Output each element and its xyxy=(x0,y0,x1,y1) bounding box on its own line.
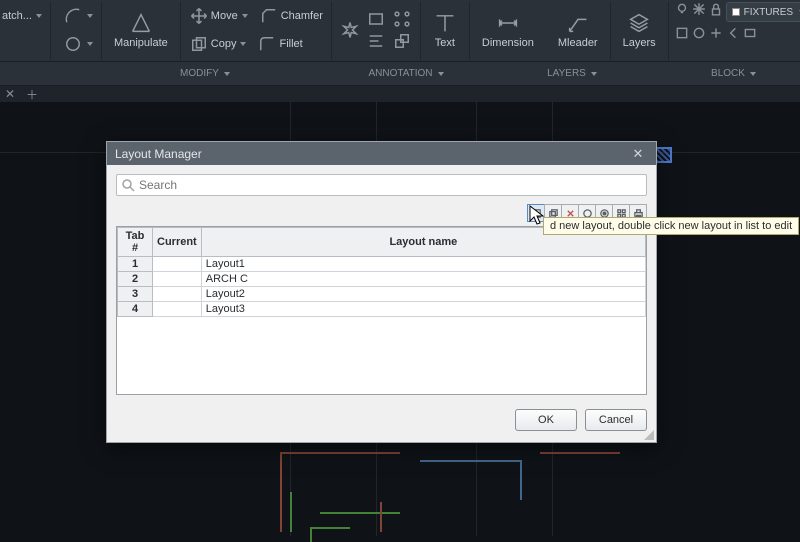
lock-icon[interactable] xyxy=(709,2,723,16)
fillet-button[interactable]: Fillet xyxy=(255,33,304,55)
fillet-label: Fillet xyxy=(279,38,302,50)
layers-button[interactable]: Layers xyxy=(617,2,662,58)
edit-tool-2[interactable] xyxy=(364,30,388,52)
table-row[interactable]: 3 Layout2 xyxy=(118,287,646,302)
tooltip: d new layout, double click new layout in… xyxy=(543,217,799,235)
arc-tool[interactable] xyxy=(61,5,95,27)
chevron-down-icon xyxy=(87,42,93,46)
layer-tool-icon[interactable] xyxy=(743,26,757,40)
dimension-label: Dimension xyxy=(482,37,534,49)
hatch-label: atch... xyxy=(2,10,32,22)
explode-button[interactable] xyxy=(338,19,362,41)
search-field[interactable] xyxy=(116,174,647,196)
bulb-icon[interactable] xyxy=(675,2,689,16)
circle-icon xyxy=(63,34,83,54)
layer-name: FIXTURES xyxy=(744,7,793,18)
panel-labels: MODIFY ANNOTATION LAYERS BLOCK xyxy=(0,62,800,86)
ribbon: atch... Manipulate xyxy=(0,0,800,62)
move-button[interactable]: Move xyxy=(187,5,250,27)
mleader-button[interactable]: Mleader xyxy=(552,2,604,58)
circle-tool[interactable] xyxy=(61,33,95,55)
layouts-table: Tab # Current Layout name 1 Layout1 2 AR xyxy=(116,226,647,395)
table-row[interactable]: 4 Layout3 xyxy=(118,302,646,317)
chamfer-icon xyxy=(259,6,279,26)
layer-prev-icon[interactable] xyxy=(726,26,740,40)
chevron-down-icon xyxy=(224,72,230,76)
layer-picker[interactable]: FIXTURES xyxy=(726,2,800,22)
panel-block[interactable]: BLOCK xyxy=(711,68,756,79)
chevron-down-icon xyxy=(240,42,246,46)
text-button[interactable]: Text xyxy=(427,2,463,58)
manipulate-button[interactable]: Manipulate xyxy=(108,2,174,58)
scale-icon xyxy=(392,31,412,51)
edit-tool-4[interactable] xyxy=(390,30,414,52)
array-icon xyxy=(392,9,412,29)
text-icon xyxy=(433,11,457,35)
move-icon xyxy=(189,6,209,26)
chamfer-label: Chamfer xyxy=(281,10,323,22)
ok-button[interactable]: OK xyxy=(515,409,577,431)
search-input[interactable] xyxy=(139,178,642,192)
layer-state-icon[interactable] xyxy=(675,26,689,40)
panel-annotation[interactable]: ANNOTATION xyxy=(368,68,443,79)
panel-modify[interactable]: MODIFY xyxy=(180,68,230,79)
rect-icon xyxy=(366,9,386,29)
text-label: Text xyxy=(435,37,455,49)
resize-grip[interactable] xyxy=(642,428,654,440)
dialog-title: Layout Manager xyxy=(115,147,202,161)
layer-color-swatch xyxy=(732,8,740,16)
chamfer-button[interactable]: Chamfer xyxy=(257,5,325,27)
floor-plan-artwork xyxy=(280,452,640,542)
manipulate-icon xyxy=(129,11,153,35)
search-icon xyxy=(121,178,135,192)
move-label: Move xyxy=(211,10,238,22)
mleader-icon xyxy=(566,11,590,35)
fillet-icon xyxy=(257,34,277,54)
layers-icon xyxy=(627,11,651,35)
col-tab[interactable]: Tab # xyxy=(118,228,153,257)
mleader-label: Mleader xyxy=(558,37,598,49)
col-current[interactable]: Current xyxy=(153,228,202,257)
chevron-down-icon xyxy=(750,72,756,76)
freeze-icon[interactable] xyxy=(692,2,706,16)
chevron-down-icon xyxy=(438,72,444,76)
copy-label: Copy xyxy=(211,38,237,50)
chevron-down-icon xyxy=(36,14,42,18)
chevron-down-icon xyxy=(591,72,597,76)
table-row[interactable]: 1 Layout1 xyxy=(118,257,646,272)
layer-iso-icon[interactable] xyxy=(692,26,706,40)
close-icon[interactable]: ✕ xyxy=(628,144,648,164)
manipulate-label: Manipulate xyxy=(114,37,168,49)
chevron-down-icon xyxy=(242,14,248,18)
edit-tool-1[interactable] xyxy=(364,8,388,30)
table-row[interactable]: 2 ARCH C xyxy=(118,272,646,287)
layers-label: Layers xyxy=(623,37,656,49)
tab-bar: ✕ ＋ xyxy=(0,86,800,102)
dialog-titlebar[interactable]: Layout Manager ✕ xyxy=(107,142,656,165)
align-icon xyxy=(366,31,386,51)
copy-icon xyxy=(189,34,209,54)
close-tab-icon[interactable]: ✕ xyxy=(2,87,18,101)
copy-button[interactable]: Copy xyxy=(187,33,249,55)
explode-icon xyxy=(340,20,360,40)
edit-tool-3[interactable] xyxy=(390,8,414,30)
add-tab-icon[interactable]: ＋ xyxy=(24,87,40,101)
dimension-button[interactable]: Dimension xyxy=(476,2,540,58)
arc-icon xyxy=(63,6,83,26)
chevron-down-icon xyxy=(87,14,93,18)
layer-match-icon[interactable] xyxy=(709,26,723,40)
panel-layers[interactable]: LAYERS xyxy=(547,68,597,79)
layout-manager-dialog: Layout Manager ✕ Tab # Current Lay xyxy=(106,141,657,443)
cancel-button[interactable]: Cancel xyxy=(585,409,647,431)
dialog-footer: OK Cancel xyxy=(107,400,656,442)
hatch-tool[interactable]: atch... xyxy=(0,9,44,23)
dimension-icon xyxy=(496,11,520,35)
